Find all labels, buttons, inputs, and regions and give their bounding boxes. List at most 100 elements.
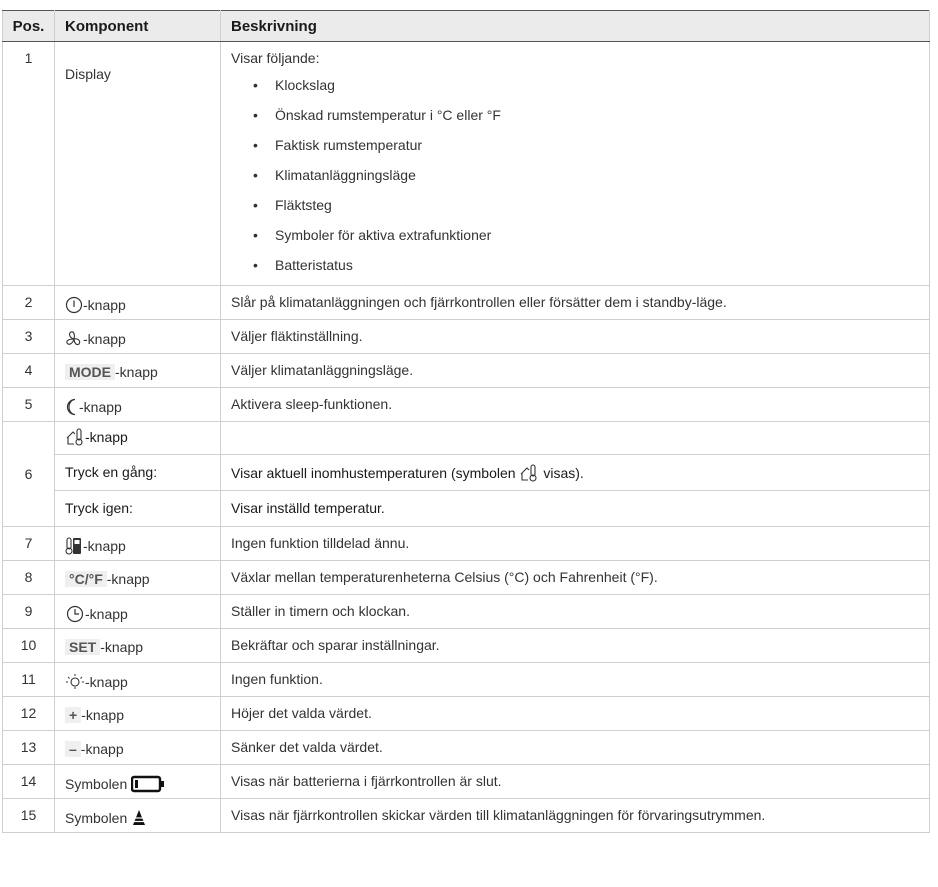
moon-icon — [65, 398, 79, 419]
row-description: Sänker det valda värdet. — [220, 730, 930, 765]
list-item: Klimatanläggningsläge — [253, 160, 928, 190]
component-label: -knapp — [85, 429, 128, 445]
list-item: Batteristatus — [253, 250, 928, 280]
component-label: -knapp — [80, 741, 124, 757]
table-row: 14 Symbolen Visas när batterierna i fjär… — [2, 764, 930, 799]
row-pos: 15 — [2, 798, 55, 833]
row-description: Visas när fjärrkontrollen skickar värden… — [220, 798, 930, 833]
row-component: SET -knapp — [54, 628, 221, 663]
row-description: Ingen funktion. — [220, 662, 930, 697]
component-label: -knapp — [85, 606, 128, 622]
sub-component: Tryck en gång: — [55, 454, 220, 490]
plus-tag: + — [65, 707, 82, 723]
row-description: Ställer in timern och klockan. — [220, 594, 930, 629]
table-row: 8 °C/°F -knapp Växlar mellan temperaturen… — [2, 560, 930, 595]
light-bulb-icon — [65, 673, 85, 694]
indoor-temp-icon — [65, 428, 85, 449]
header-description: Beskrivning — [220, 10, 930, 42]
row-description: Aktivera sleep-funktionen. — [220, 387, 930, 422]
component-label: -knapp — [81, 707, 124, 723]
row-component: -knapp — [54, 285, 221, 320]
row-pos: 12 — [2, 696, 55, 731]
row-component: – -knapp — [54, 730, 221, 765]
row-pos: 2 — [2, 285, 55, 320]
component-label: -knapp — [100, 639, 144, 655]
row-component: -knapp — [54, 662, 221, 697]
mode-tag: MODE — [65, 364, 115, 380]
row-component: Symbolen — [54, 798, 221, 833]
clock-icon — [65, 605, 85, 626]
row-pos: 3 — [2, 319, 55, 354]
row-description: Ingen funktion tilldelad ännu. — [220, 526, 930, 561]
sub-description: Visar aktuell inomhustemperaturen (symbo… — [231, 465, 520, 481]
row-component: + -knapp — [54, 696, 221, 731]
battery-empty-icon — [130, 775, 165, 796]
row-pos: 9 — [2, 594, 55, 629]
sub-description: Visar inställd temperatur. — [221, 490, 929, 526]
row-component: MODE -knapp — [54, 353, 221, 388]
table-row: 1 Display Visar följande: Klockslag Önsk… — [2, 41, 930, 286]
sub-component: Tryck igen: — [55, 490, 220, 526]
minus-tag: – — [65, 741, 81, 757]
row-pos: 13 — [2, 730, 55, 765]
unit-tag: °C/°F — [65, 571, 107, 587]
thermometer-remote-icon — [65, 537, 83, 558]
row-component: °C/°F -knapp — [54, 560, 221, 595]
component-label: -knapp — [83, 297, 126, 313]
row-pos: 10 — [2, 628, 55, 663]
header-component: Komponent — [54, 10, 221, 42]
row-component: -knapp — [54, 319, 221, 354]
table-row: 7 -knapp Ingen funktion tilldelad ännu. — [2, 526, 930, 561]
row-component: Symbolen — [54, 764, 221, 799]
row-description: Visar följande: Klockslag Önskad rumstem… — [220, 41, 930, 286]
table-row: 2 -knapp Slår på klimatanläggningen och … — [2, 285, 930, 320]
row-pos: 5 — [2, 387, 55, 422]
list-item: Symboler för aktiva extrafunktioner — [253, 220, 928, 250]
table-row: 5 -knapp Aktivera sleep-funktionen. — [2, 387, 930, 422]
table-row: 10 SET -knapp Bekräftar och sparar instäl… — [2, 628, 930, 663]
storage-cone-icon — [131, 809, 147, 830]
component-label: Symbolen — [65, 776, 132, 792]
component-label: Symbolen — [65, 810, 132, 826]
row-component: -knapp — [54, 526, 221, 561]
description-intro: Visar följande: — [231, 50, 320, 66]
list-item: Klockslag — [253, 70, 928, 100]
row-pos: 4 — [2, 353, 55, 388]
list-item: Fläktsteg — [253, 190, 928, 220]
fan-icon — [65, 330, 83, 351]
row-component: -knapp — [54, 387, 221, 422]
component-label: -knapp — [83, 538, 126, 554]
row-description: Bekräftar och sparar inställningar. — [220, 628, 930, 663]
row-description: Höjer det valda värdet. — [220, 696, 930, 731]
table-row: 4 MODE -knapp Väljer klimatanläggningsläg… — [2, 353, 930, 388]
row-pos: 7 — [2, 526, 55, 561]
component-label: -knapp — [106, 571, 150, 587]
row-description: Växlar mellan temperaturenheterna Celsiu… — [220, 560, 930, 595]
list-item: Faktisk rumstemperatur — [253, 130, 928, 160]
set-tag: SET — [65, 639, 101, 655]
row-description: Visas när batterierna i fjärrkontrollen … — [220, 764, 930, 799]
row-description: Väljer klimatanläggningsläge. — [220, 353, 930, 388]
component-table: Pos. Komponent Beskrivning 1 Display Vis… — [2, 10, 930, 833]
row-description: Visar aktuell inomhustemperaturen (symbo… — [220, 421, 930, 527]
row-component: Display — [54, 41, 221, 286]
table-row: 12 + -knapp Höjer det valda värdet. — [2, 696, 930, 731]
table-row: 15 Symbolen Visas när fjärrkontrollen sk… — [2, 798, 930, 833]
row-pos: 8 — [2, 560, 55, 595]
table-row: 6 -knapp Tryck en gång: Tryck igen: Visa… — [2, 421, 930, 527]
row-description: Slår på klimatanläggningen och fjärrkont… — [220, 285, 930, 320]
row-component: -knapp Tryck en gång: Tryck igen: — [54, 421, 221, 527]
row-pos: 6 — [2, 421, 55, 527]
row-pos: 11 — [2, 662, 55, 697]
header-pos: Pos. — [2, 10, 55, 42]
row-description: Väljer fläktinställning. — [220, 319, 930, 354]
table-row: 13 – -knapp Sänker det valda värdet. — [2, 730, 930, 765]
table-row: 3 -knapp Väljer fläktinställning. — [2, 319, 930, 354]
component-label: -knapp — [83, 331, 126, 347]
sub-description: visas). — [539, 465, 584, 481]
table-row: 9 -knapp Ställer in timern och klockan. — [2, 594, 930, 629]
component-label: -knapp — [85, 674, 128, 690]
power-icon — [65, 296, 83, 317]
component-label: -knapp — [79, 399, 122, 415]
row-pos: 1 — [2, 41, 55, 286]
